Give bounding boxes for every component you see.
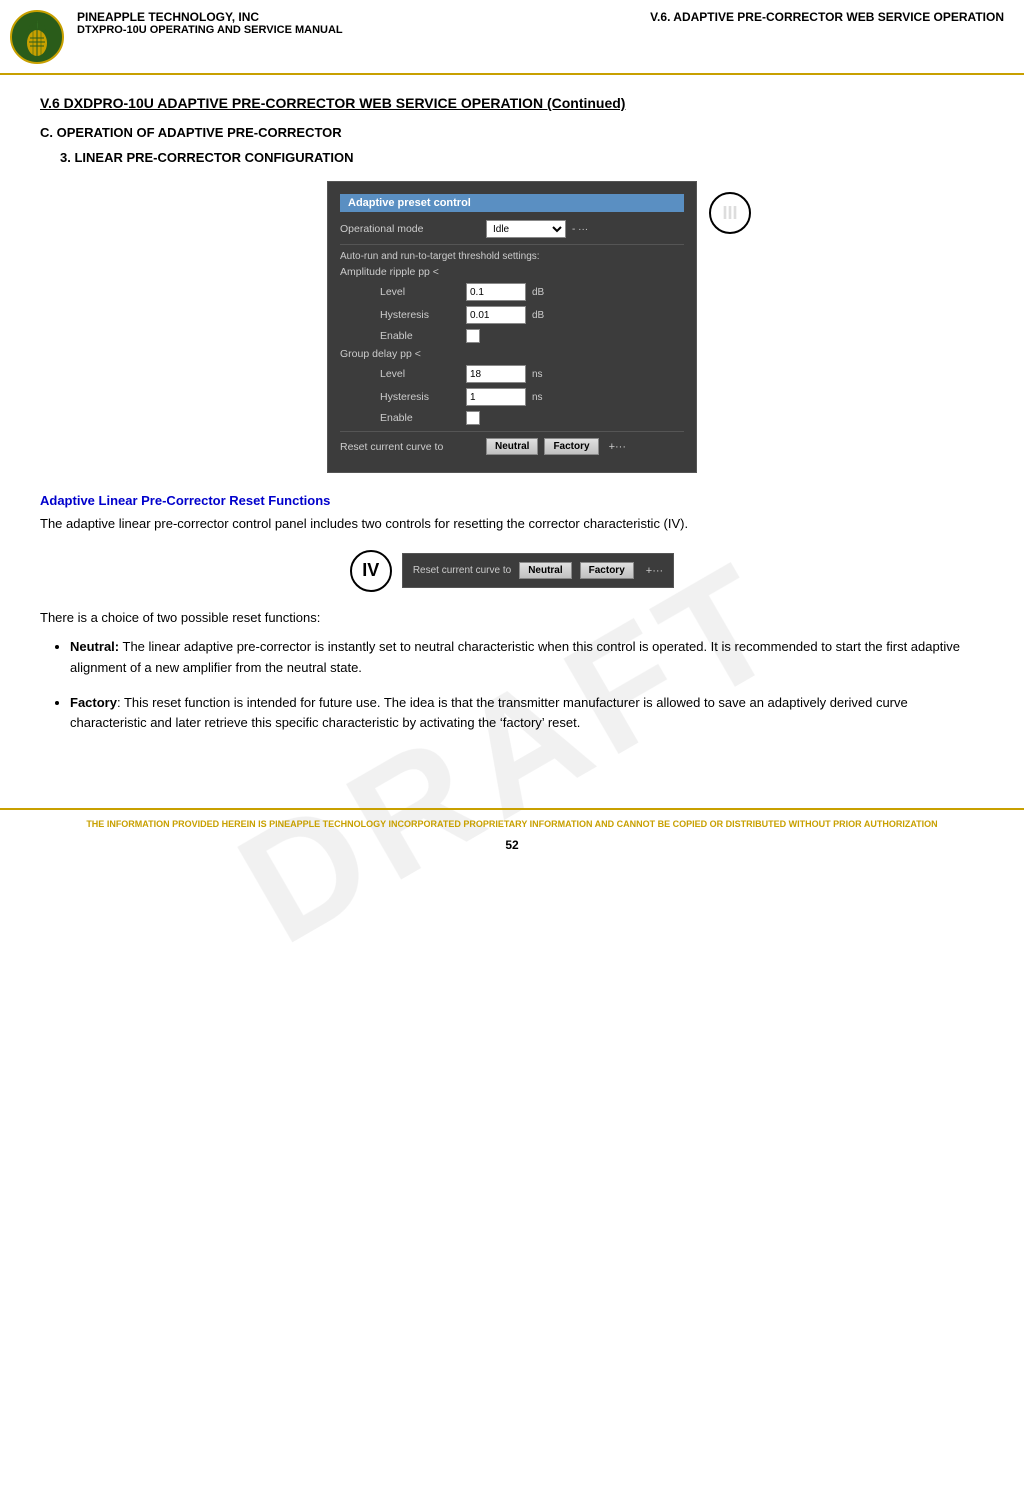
amplitude-enable-row: Enable — [340, 329, 684, 343]
group-enable-row: Enable — [340, 411, 684, 425]
header-text: PINEAPPLE TECHNOLOGY, INC V.6. ADAPTIVE … — [77, 10, 1004, 36]
separator-2 — [340, 431, 684, 432]
page-footer: THE INFORMATION PROVIDED HEREIN IS PINEA… — [0, 808, 1024, 862]
bullet-factory-label: Factory — [70, 695, 117, 710]
group-delay-label: Group delay pp < — [340, 348, 480, 360]
group-level-unit: ns — [532, 369, 550, 380]
header-company-line: PINEAPPLE TECHNOLOGY, INC V.6. ADAPTIVE … — [77, 10, 1004, 24]
group-hysteresis-input[interactable]: 1 — [466, 388, 526, 406]
operational-mode-dots: - ··· — [572, 224, 588, 235]
group-level-input[interactable]: 18 — [466, 365, 526, 383]
enable-label-2: Enable — [380, 412, 460, 424]
group-hysteresis-row: Hysteresis 1 ns — [340, 388, 684, 406]
more-dots: +··· — [609, 441, 626, 453]
level-label-1: Level — [380, 286, 460, 298]
bullet-factory: Factory: This reset function is intended… — [70, 693, 984, 735]
amplitude-level-input[interactable]: 0.1 — [466, 283, 526, 301]
bullet-neutral-label: Neutral: — [70, 639, 119, 654]
amplitude-row: Amplitude ripple pp < — [340, 266, 684, 278]
group-delay-row: Group delay pp < — [340, 348, 684, 360]
reset-label: Reset current curve to — [340, 441, 480, 453]
separator-1 — [340, 244, 684, 245]
page-number: 52 — [20, 836, 1004, 854]
amplitude-enable-checkbox[interactable] — [466, 329, 480, 343]
footer-text: THE INFORMATION PROVIDED HEREIN IS PINEA… — [20, 818, 1004, 832]
ui-panel-container: Adaptive preset control Operational mode… — [40, 181, 984, 473]
reset-functions-body: The adaptive linear pre-corrector contro… — [40, 514, 984, 534]
section-title: V.6 DXDPRO-10U ADAPTIVE PRE-CORRECTOR WE… — [40, 95, 984, 111]
chapter-title: V.6. ADAPTIVE PRE-CORRECTOR WEB SERVICE … — [650, 10, 1004, 24]
amplitude-hysteresis-unit: dB — [532, 310, 550, 321]
iv-neutral-button[interactable]: Neutral — [519, 562, 571, 579]
iv-factory-button[interactable]: Factory — [580, 562, 634, 579]
autorun-label: Auto-run and run-to-target threshold set… — [340, 251, 684, 262]
amplitude-level-row: Level 0.1 dB — [340, 283, 684, 301]
hysteresis-label-1: Hysteresis — [380, 309, 460, 321]
amplitude-hysteresis-input[interactable]: 0.01 — [466, 306, 526, 324]
page-wrapper: PINEAPPLE TECHNOLOGY, INC V.6. ADAPTIVE … — [0, 0, 1024, 862]
company-name: PINEAPPLE TECHNOLOGY, INC — [77, 10, 259, 24]
reset-row: Reset current curve to Neutral Factory +… — [340, 438, 684, 455]
bullet-factory-text: : This reset function is intended for fu… — [70, 695, 908, 731]
callout-III: III — [709, 192, 751, 234]
main-content: V.6 DXDPRO-10U ADAPTIVE PRE-CORRECTOR WE… — [0, 75, 1024, 768]
level-label-2: Level — [380, 368, 460, 380]
group-hysteresis-unit: ns — [532, 392, 550, 403]
two-reset-intro: There is a choice of two possible reset … — [40, 608, 984, 628]
adaptive-preset-panel: Adaptive preset control Operational mode… — [327, 181, 697, 473]
operational-mode-row: Operational mode Idle - ··· — [340, 220, 684, 238]
amplitude-level-unit: dB — [532, 287, 550, 298]
panel-title: Adaptive preset control — [340, 194, 684, 212]
bullet-list: Neutral: The linear adaptive pre-correct… — [70, 637, 984, 734]
operational-mode-select[interactable]: Idle — [486, 220, 566, 238]
iv-container: IV Reset current curve to Neutral Factor… — [40, 550, 984, 592]
bullet-neutral-text: The linear adaptive pre-corrector is ins… — [70, 639, 960, 675]
company-logo — [10, 10, 65, 65]
bullet-neutral: Neutral: The linear adaptive pre-correct… — [70, 637, 984, 679]
operational-mode-label: Operational mode — [340, 223, 480, 235]
callout-IV-circle: IV — [350, 550, 392, 592]
neutral-button[interactable]: Neutral — [486, 438, 538, 455]
iv-reset-label: Reset current curve to — [413, 565, 511, 576]
page-header: PINEAPPLE TECHNOLOGY, INC V.6. ADAPTIVE … — [0, 0, 1024, 75]
amplitude-label: Amplitude ripple pp < — [340, 266, 480, 278]
reset-functions-heading: Adaptive Linear Pre-Corrector Reset Func… — [40, 493, 984, 508]
hysteresis-label-2: Hysteresis — [380, 391, 460, 403]
enable-label-1: Enable — [380, 330, 460, 342]
sub-section-3: 3. LINEAR PRE-CORRECTOR CONFIGURATION — [60, 150, 984, 165]
amplitude-hysteresis-row: Hysteresis 0.01 dB — [340, 306, 684, 324]
iv-panel-small: Reset current curve to Neutral Factory +… — [402, 553, 674, 588]
group-enable-checkbox[interactable] — [466, 411, 480, 425]
header-manual: DTXPRO-10U OPERATING AND SERVICE MANUAL — [77, 24, 1004, 36]
group-level-row: Level 18 ns — [340, 365, 684, 383]
sub-section-c: C. OPERATION OF ADAPTIVE PRE-CORRECTOR — [40, 125, 984, 140]
iv-more-dots: +··· — [646, 565, 663, 577]
factory-button[interactable]: Factory — [544, 438, 598, 455]
